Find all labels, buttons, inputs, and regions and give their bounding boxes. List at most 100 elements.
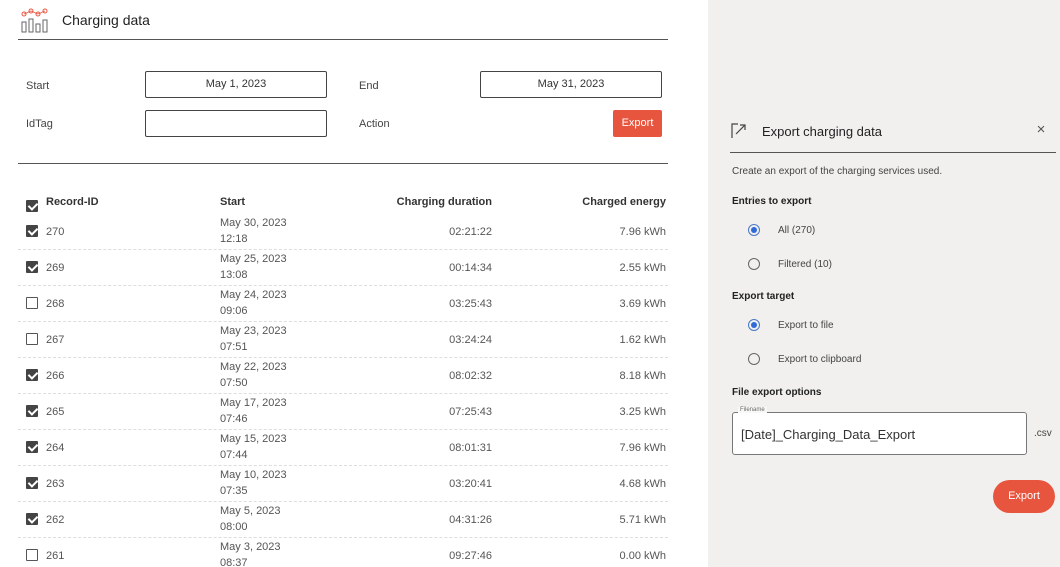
row-checkbox[interactable] (26, 405, 38, 417)
table-row[interactable]: 267 May 23, 2023 07:51 03:24:24 1.62 kWh (18, 322, 668, 358)
start-date: May 17, 2023 (220, 397, 287, 409)
charged-energy: 3.69 kWh (619, 298, 666, 310)
record-id: 262 (46, 514, 65, 526)
charging-duration: 03:24:24 (449, 334, 492, 346)
start-time: 07:46 (220, 413, 248, 425)
charged-energy: 7.96 kWh (619, 226, 666, 238)
filename-legend: Filename (738, 407, 767, 413)
table-row[interactable]: 270 May 30, 2023 12:18 02:21:22 7.96 kWh (18, 214, 668, 250)
table-row[interactable]: 263 May 10, 2023 07:35 03:20:41 4.68 kWh (18, 466, 668, 502)
entries-filtered-radio[interactable] (748, 258, 760, 270)
charged-energy: 3.25 kWh (619, 406, 666, 418)
record-id: 265 (46, 406, 65, 418)
charging-duration: 00:14:34 (449, 262, 492, 274)
entries-all-radio[interactable] (748, 224, 760, 236)
charged-energy: 2.55 kWh (619, 262, 666, 274)
record-id: 269 (46, 262, 65, 274)
table-row[interactable]: 262 May 5, 2023 08:00 04:31:26 5.71 kWh (18, 502, 668, 538)
charging-duration: 08:02:32 (449, 370, 492, 382)
record-id: 267 (46, 334, 65, 346)
header-duration: Charging duration (396, 196, 492, 208)
filename-input[interactable]: [Date]_Charging_Data_Export (732, 412, 1027, 455)
record-id: 264 (46, 442, 65, 454)
start-time: 12:18 (220, 233, 248, 245)
table-row[interactable]: 261 May 3, 2023 08:37 09:27:46 0.00 kWh (18, 538, 668, 567)
entries-all-label[interactable]: All (270) (778, 225, 815, 236)
charged-energy: 1.62 kWh (619, 334, 666, 346)
table-row[interactable]: 265 May 17, 2023 07:46 07:25:43 3.25 kWh (18, 394, 668, 430)
start-date-input[interactable]: May 1, 2023 (145, 71, 327, 98)
table-row[interactable]: 264 May 15, 2023 07:44 08:01:31 7.96 kWh (18, 430, 668, 466)
row-checkbox[interactable] (26, 225, 38, 237)
start-time: 13:08 (220, 269, 248, 281)
start-date: May 5, 2023 (220, 505, 281, 517)
start-time: 07:35 (220, 485, 248, 497)
page-title: Charging data (62, 12, 150, 28)
start-date: May 10, 2023 (220, 469, 287, 481)
start-time: 08:37 (220, 557, 248, 567)
panel-export-button[interactable]: Export (993, 480, 1055, 513)
target-file-radio[interactable] (748, 319, 760, 331)
table-row[interactable]: 269 May 25, 2023 13:08 00:14:34 2.55 kWh (18, 250, 668, 286)
end-label: End (359, 80, 379, 92)
end-date-input[interactable]: May 31, 2023 (480, 71, 662, 98)
charging-data-page: Charging data Start May 1, 2023 End May … (0, 0, 708, 567)
table-row[interactable]: 266 May 22, 2023 07:50 08:02:32 8.18 kWh (18, 358, 668, 394)
entries-filtered-label[interactable]: Filtered (10) (778, 259, 832, 270)
row-checkbox[interactable] (26, 297, 38, 309)
start-date: May 15, 2023 (220, 433, 287, 445)
charging-duration: 03:25:43 (449, 298, 492, 310)
row-checkbox[interactable] (26, 261, 38, 273)
record-id: 270 (46, 226, 65, 238)
export-panel: Export charging data × Create an export … (708, 0, 1060, 567)
header-record-id: Record-ID (46, 196, 99, 208)
export-button[interactable]: Export (613, 110, 662, 137)
start-date: May 22, 2023 (220, 361, 287, 373)
start-time: 07:50 (220, 377, 248, 389)
charging-duration: 04:31:26 (449, 514, 492, 526)
record-id: 266 (46, 370, 65, 382)
page-header: Charging data (18, 6, 668, 40)
target-heading: Export target (732, 291, 795, 302)
record-id: 263 (46, 478, 65, 490)
file-extension: .csv (1034, 428, 1052, 439)
export-arrow-icon (731, 123, 746, 138)
table-header: Record-ID Start Charging duration Charge… (18, 192, 668, 214)
close-icon[interactable]: × (1033, 122, 1049, 138)
idtag-input[interactable] (145, 110, 327, 137)
row-checkbox[interactable] (26, 513, 38, 525)
header-energy: Charged energy (582, 196, 666, 208)
idtag-label: IdTag (26, 118, 53, 130)
row-checkbox[interactable] (26, 333, 38, 345)
row-checkbox[interactable] (26, 549, 38, 561)
charging-duration: 03:20:41 (449, 478, 492, 490)
entries-heading: Entries to export (732, 196, 812, 207)
target-file-label[interactable]: Export to file (778, 320, 834, 331)
start-label: Start (26, 80, 50, 92)
row-checkbox[interactable] (26, 369, 38, 381)
charging-duration: 09:27:46 (449, 550, 492, 562)
start-date: May 25, 2023 (220, 253, 287, 265)
record-id: 268 (46, 298, 65, 310)
target-clipboard-label[interactable]: Export to clipboard (778, 354, 861, 365)
row-checkbox[interactable] (26, 441, 38, 453)
charged-energy: 8.18 kWh (619, 370, 666, 382)
charged-energy: 7.96 kWh (619, 442, 666, 454)
filename-value: [Date]_Charging_Data_Export (741, 427, 916, 442)
charging-duration: 07:25:43 (449, 406, 492, 418)
start-date: May 24, 2023 (220, 289, 287, 301)
charged-energy: 4.68 kWh (619, 478, 666, 490)
start-time: 08:00 (220, 521, 248, 533)
start-time: 07:44 (220, 449, 248, 461)
panel-divider (730, 152, 1056, 153)
start-time: 07:51 (220, 341, 248, 353)
row-checkbox[interactable] (26, 477, 38, 489)
start-date: May 23, 2023 (220, 325, 287, 337)
target-clipboard-radio[interactable] (748, 353, 760, 365)
chart-logo-icon (21, 8, 48, 33)
panel-title: Export charging data (762, 124, 882, 139)
charged-energy: 5.71 kWh (619, 514, 666, 526)
record-id: 261 (46, 550, 65, 562)
table-row[interactable]: 268 May 24, 2023 09:06 03:25:43 3.69 kWh (18, 286, 668, 322)
select-all-checkbox[interactable] (26, 200, 38, 212)
